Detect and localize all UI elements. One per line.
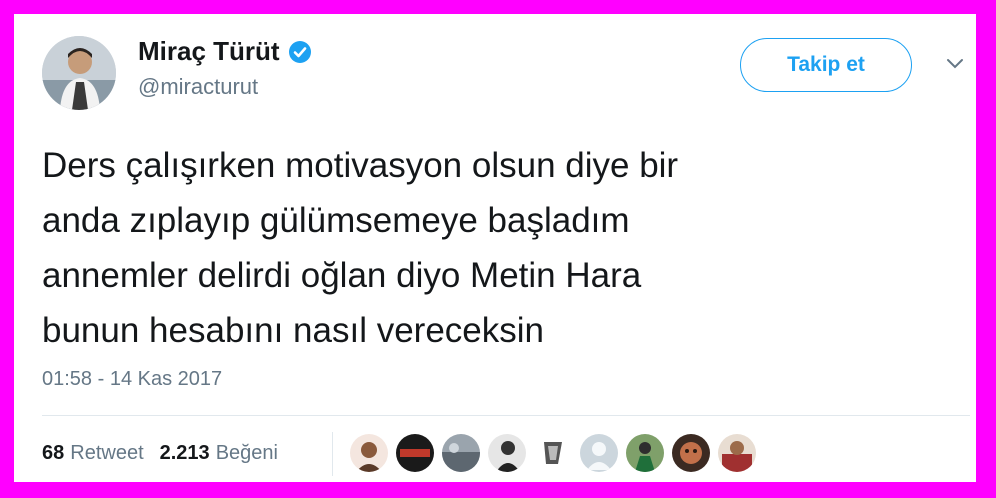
stats-separator [332,432,333,476]
liker-avatar[interactable] [350,434,388,472]
tweet-line: annemler delirdi oğlan diyo Metin Hara [42,256,642,295]
liker-avatars [350,434,764,472]
liker-avatar[interactable] [718,434,756,472]
tweet-stats: 68 Retweet 2.213 Beğeni [42,442,278,465]
user-name-row: Miraç Türüt [138,36,312,67]
user-avatar[interactable] [42,36,116,110]
tweet-line: bunun hesabını nasıl vereceksin [42,311,544,350]
retweet-stat[interactable]: 68 Retweet [42,442,144,465]
liker-avatar[interactable] [626,434,664,472]
liker-avatar[interactable] [396,434,434,472]
tweet-line: Ders çalışırken motivasyon olsun diye bi… [42,146,679,185]
liker-avatar[interactable] [442,434,480,472]
tweet-card: Miraç Türüt @miracturut Takip et Ders ça… [14,14,976,482]
retweet-count: 68 [42,442,65,464]
user-name[interactable]: Miraç Türüt [138,36,280,67]
liker-avatar[interactable] [534,434,572,472]
divider [42,415,970,416]
like-stat[interactable]: 2.213 Beğeni [160,442,278,465]
retweet-label: Retweet [70,442,144,464]
like-count: 2.213 [159,442,210,464]
liker-avatar[interactable] [488,434,526,472]
user-handle[interactable]: @miracturut [138,74,258,100]
tweet-timestamp[interactable]: 01:58 - 14 Kas 2017 [42,368,222,391]
chevron-down-icon[interactable] [946,58,964,70]
liker-avatar[interactable] [672,434,710,472]
avatar-photo [42,36,116,110]
tweet-line: anda zıplayıp gülümsemeye başladım [42,201,630,240]
follow-button[interactable]: Takip et [740,38,912,92]
verified-badge-icon [288,40,311,63]
tweet-text: Ders çalışırken motivasyon olsun diye bi… [42,138,942,358]
like-label: Beğeni [215,442,278,464]
liker-avatar[interactable] [580,434,618,472]
